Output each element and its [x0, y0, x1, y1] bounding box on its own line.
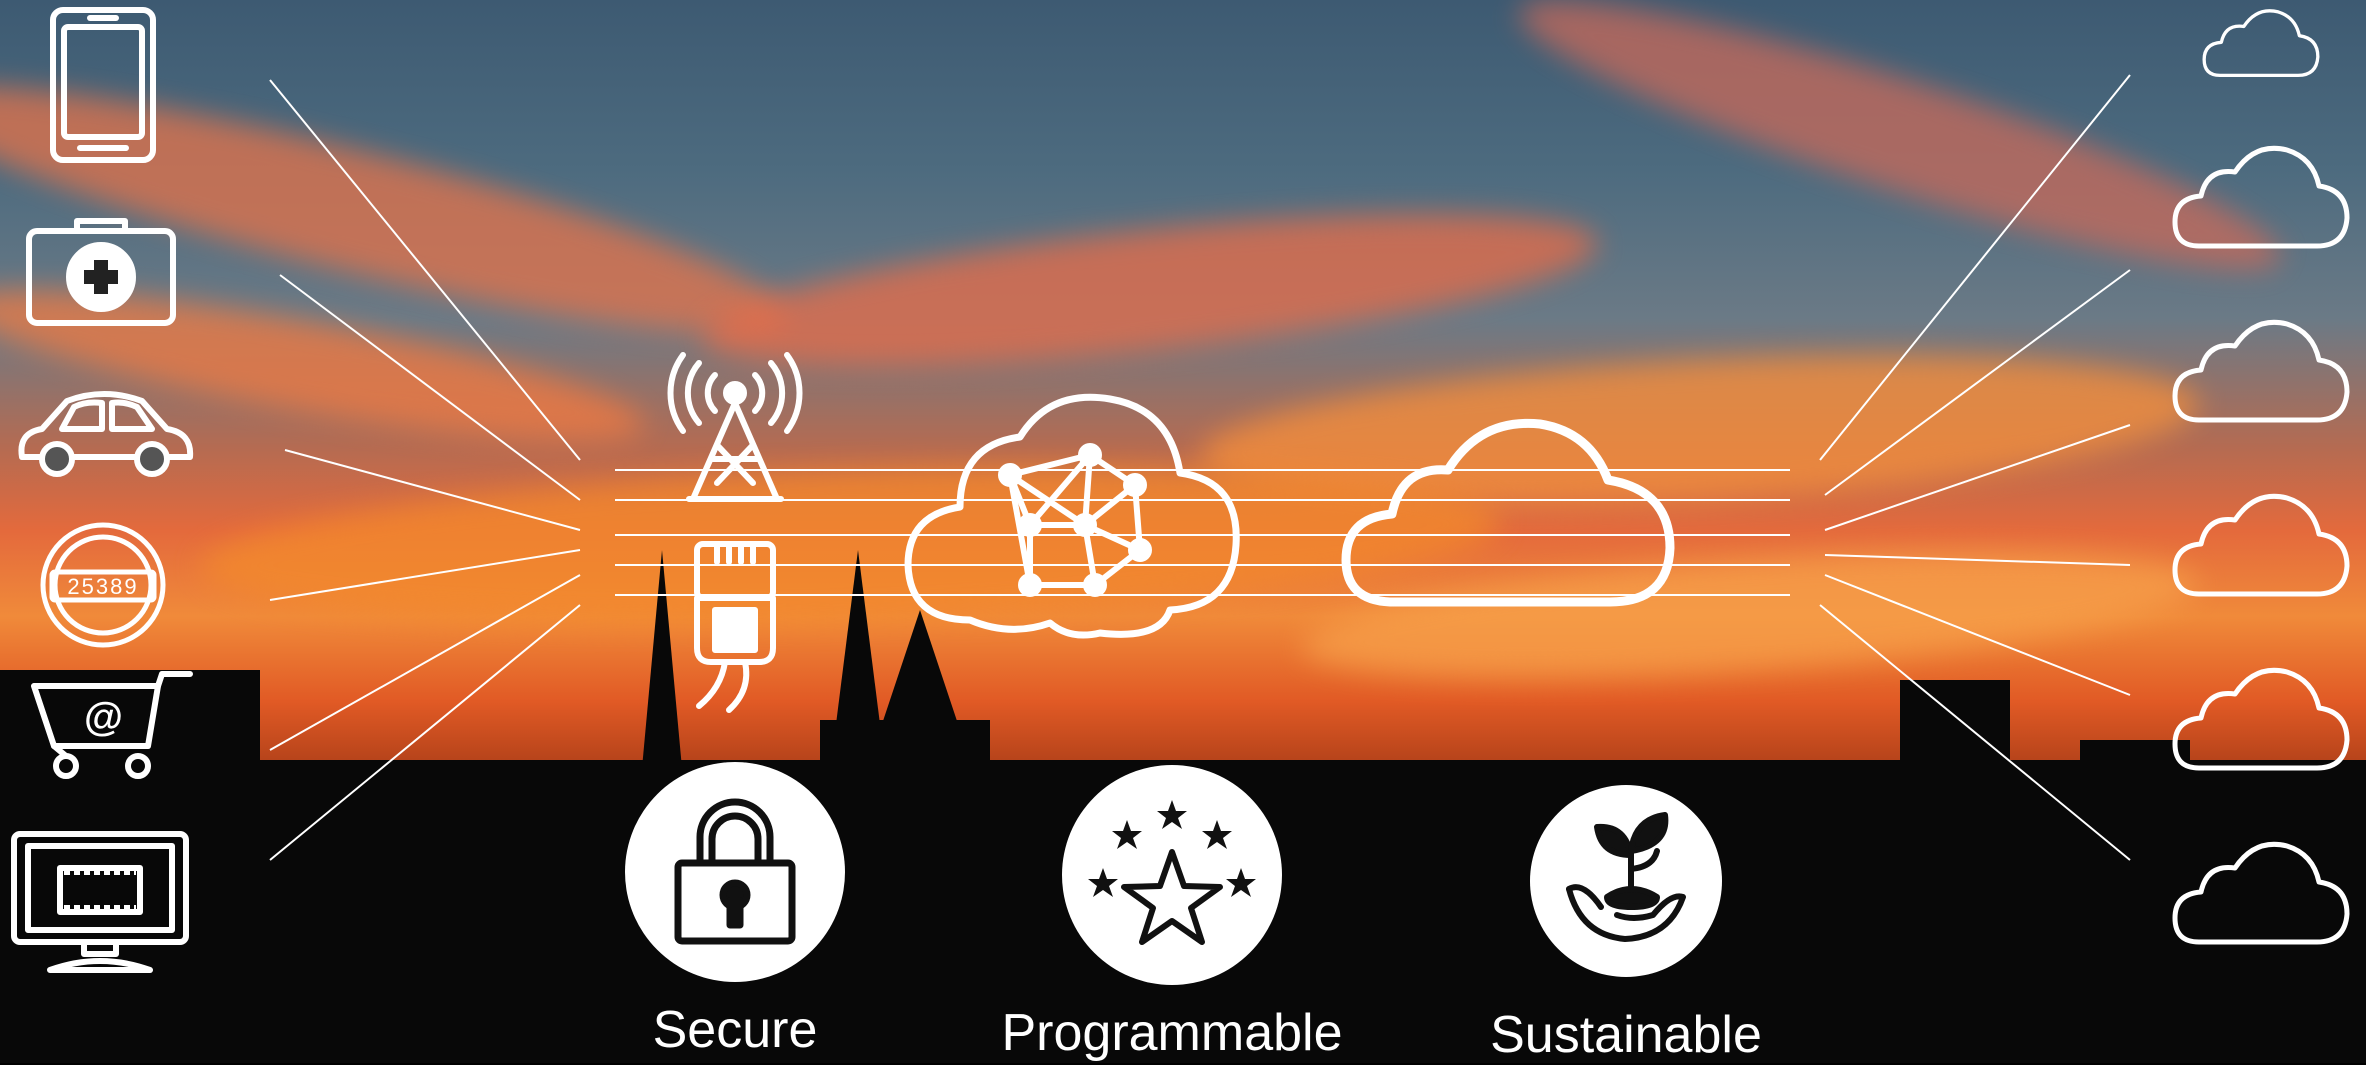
car-icon — [12, 385, 197, 485]
cloud-icon — [2173, 0, 2349, 78]
sustainable-label: Sustainable — [1490, 1006, 1762, 1064]
smartphone-icon — [48, 5, 158, 165]
stars-icon — [1088, 800, 1256, 945]
cloud-icon — [2172, 319, 2350, 424]
shopping-cart-icon: @ — [30, 668, 200, 783]
cloud-icon — [2172, 667, 2350, 772]
secure-label: Secure — [652, 1001, 818, 1059]
cell-tower-icon — [665, 352, 805, 505]
programmable-feature — [1062, 765, 1282, 985]
svg-text:@: @ — [84, 695, 123, 739]
network-cloud-icon — [900, 385, 1245, 640]
padlock-icon — [674, 798, 796, 945]
utility-meter-icon: 25389 — [38, 520, 168, 650]
ethernet-cable-icon — [685, 538, 785, 713]
cloud-icon — [2172, 145, 2350, 250]
cloud-icon — [2172, 841, 2350, 946]
meter-reading: 25389 — [67, 574, 138, 599]
cloud-icon — [1340, 410, 1680, 610]
first-aid-kit-icon — [25, 215, 177, 327]
sustainable-feature — [1530, 785, 1722, 977]
plant-in-hand-icon — [1566, 812, 1686, 942]
monitor-icon — [10, 830, 190, 980]
cloud-icon — [2172, 493, 2350, 598]
programmable-label: Programmable — [1001, 1004, 1343, 1062]
secure-feature — [625, 762, 845, 982]
